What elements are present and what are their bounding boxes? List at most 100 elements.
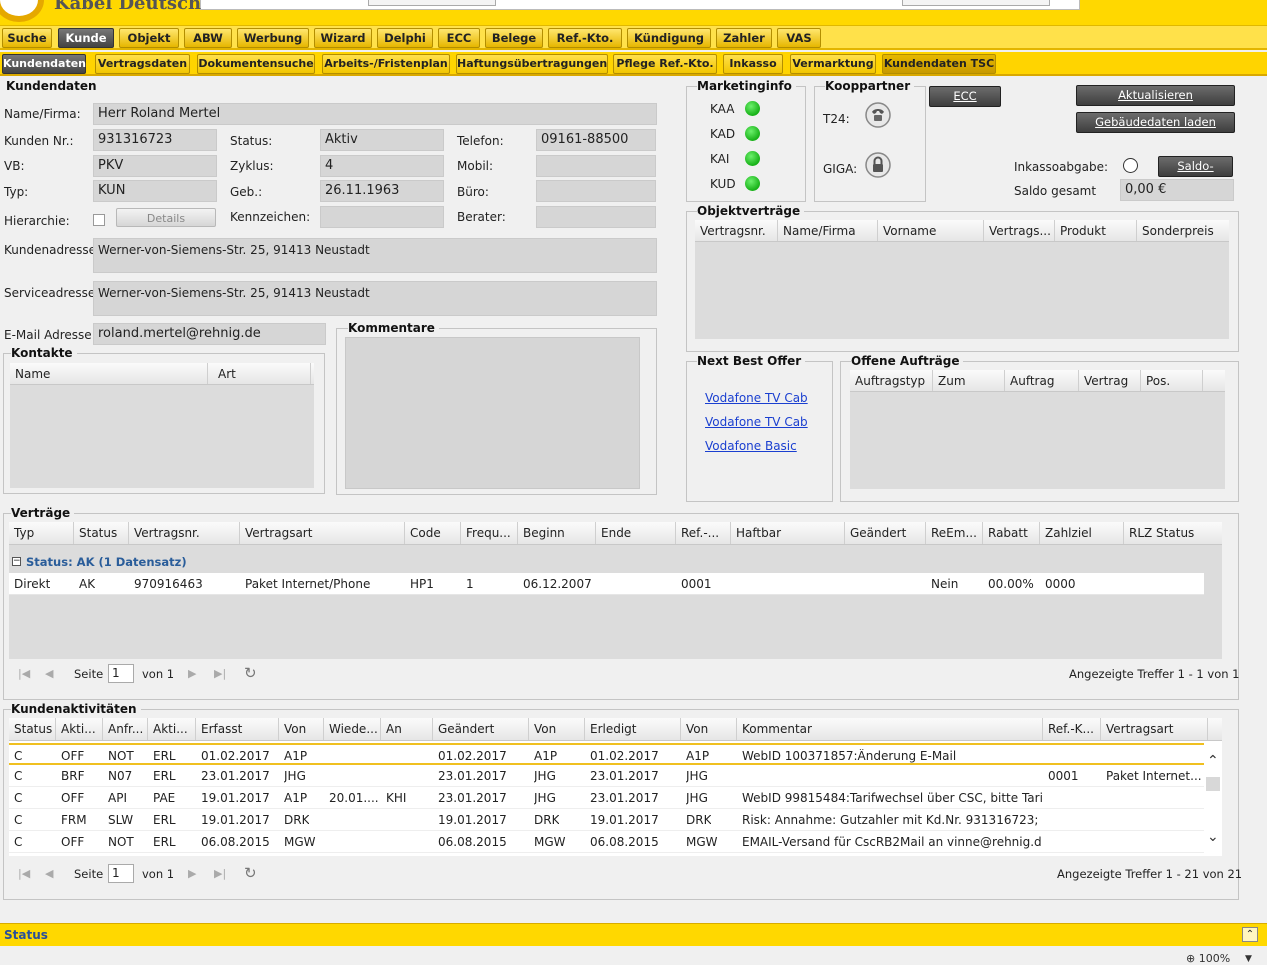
col-status[interactable]: Status <box>9 718 56 740</box>
offer-link-tv-cab-1[interactable]: Vodafone TV Cab <box>705 391 808 405</box>
col-reem[interactable]: ReEm... <box>926 522 983 544</box>
col-geaendert[interactable]: Geändert <box>433 718 529 740</box>
ecc-button[interactable]: ECC <box>929 86 1001 107</box>
geb-field[interactable]: 26.11.1963 <box>320 180 444 202</box>
col-von-2[interactable]: Von <box>529 718 585 740</box>
kundennr-field[interactable]: 931316723 <box>93 129 217 151</box>
kundenadresse-field[interactable]: Werner-von-Siemens-Str. 25, 91413 Neusta… <box>93 238 657 273</box>
subtab-arbeits-fristenplan[interactable]: Arbeits-/Fristenplan <box>322 54 450 74</box>
col-erfasst[interactable]: Erfasst <box>196 718 279 740</box>
col-von-1[interactable]: Von <box>279 718 324 740</box>
vb-field[interactable]: PKV <box>93 155 217 177</box>
buero-field[interactable] <box>536 180 656 202</box>
prev-page-icon[interactable]: ◀ <box>45 867 53 880</box>
expand-up-icon[interactable]: ⌃ <box>1242 927 1258 942</box>
col-vertragsart[interactable]: Vertragsart <box>1101 718 1208 740</box>
col-ref-kto[interactable]: Ref.-K... <box>1043 718 1101 740</box>
col-aktion[interactable]: Akti... <box>148 718 196 740</box>
collapse-group-icon[interactable]: − <box>12 557 21 566</box>
table-row[interactable]: C FRM SLW ERL 19.01.2017 DRK 19.01.2017 DRK 19.0… <box>9 809 1204 831</box>
telefon-field[interactable]: 09161-88500 <box>536 129 656 151</box>
tab-kunde[interactable]: Kunde <box>58 28 114 48</box>
tab-belege[interactable]: Belege <box>485 28 543 48</box>
details-button[interactable]: Details <box>116 208 216 227</box>
table-row[interactable]: C OFF NOT ERL 01.02.2017 A1P 01.02.2017 A1P 01.0… <box>9 743 1204 765</box>
col-beginn[interactable]: Beginn <box>518 522 596 544</box>
tab-wizard[interactable]: Wizard <box>314 28 372 48</box>
col-status[interactable]: Status <box>74 522 129 544</box>
hierarchie-checkbox[interactable] <box>93 214 105 226</box>
last-page-icon[interactable]: ▶| <box>214 867 226 880</box>
tab-kuendigung[interactable]: Kündigung <box>627 28 711 48</box>
col-code[interactable]: Code <box>405 522 461 544</box>
subtab-inkasso[interactable]: Inkasso <box>723 54 783 74</box>
first-page-icon[interactable]: |◀ <box>18 667 30 680</box>
table-row[interactable]: C OFF API PAE 19.01.2017 A1P 20.01.... KHI 23.01… <box>9 787 1204 809</box>
refresh-icon[interactable]: ↻ <box>244 864 257 882</box>
mobil-field[interactable] <box>536 155 656 177</box>
tab-suche[interactable]: Suche <box>2 28 52 48</box>
col-ende[interactable]: Ende <box>596 522 676 544</box>
tab-zahler[interactable]: Zahler <box>716 28 772 48</box>
last-page-icon[interactable]: ▶| <box>214 667 226 680</box>
tab-ecc[interactable]: ECC <box>438 28 480 48</box>
berater-field[interactable] <box>536 206 656 228</box>
subtab-pflege-ref-kto[interactable]: Pflege Ref.-Kto. <box>613 54 717 74</box>
tab-vas[interactable]: VAS <box>777 28 821 48</box>
col-aktionstyp[interactable]: Akti... <box>56 718 103 740</box>
zyklus-field[interactable]: 4 <box>320 155 444 177</box>
subtab-kundendaten-tsc[interactable]: Kundendaten TSC <box>882 54 996 74</box>
header-select-field[interactable] <box>902 0 1050 6</box>
subtab-vertragsdaten[interactable]: Vertragsdaten <box>95 54 190 74</box>
tab-objekt[interactable]: Objekt <box>119 28 179 48</box>
col-von-3[interactable]: Von <box>681 718 737 740</box>
vertical-scrollbar[interactable]: ⌃ ⌄ <box>1204 745 1222 855</box>
saldo-gesamt-field[interactable]: 0,00 € <box>1120 179 1234 201</box>
prev-page-icon[interactable]: ◀ <box>45 667 53 680</box>
table-row[interactable]: C BRF N07 ERL 23.01.2017 JHG 23.01.2017 JHG 23.0… <box>9 765 1204 787</box>
aktualisieren-button[interactable]: Aktualisieren <box>1076 85 1235 106</box>
inkassoabgabe-radio[interactable] <box>1123 158 1138 173</box>
col-vertragsnr[interactable]: Vertragsnr. <box>695 220 778 241</box>
email-field[interactable]: roland.mertel@rehnig.de <box>93 323 326 345</box>
offer-link-basic[interactable]: Vodafone Basic <box>705 439 797 453</box>
gebaeudedaten-laden-button[interactable]: Gebäudedaten laden <box>1076 112 1235 133</box>
col-vorname[interactable]: Vorname <box>878 220 984 241</box>
col-rabatt[interactable]: Rabatt <box>983 522 1040 544</box>
col-wiedervorlage[interactable]: Wiede... <box>324 718 381 740</box>
col-typ[interactable]: Typ <box>9 522 74 544</box>
subtab-vermarktung[interactable]: Vermarktung <box>790 54 876 74</box>
col-vertragsart[interactable]: Vertragsart <box>240 522 405 544</box>
col-vertrag[interactable]: Vertrag <box>1079 370 1141 391</box>
col-sonderpreis[interactable]: Sonderpreis <box>1137 220 1229 241</box>
col-kommentar[interactable]: Kommentar <box>737 718 1043 740</box>
refresh-icon[interactable]: ↻ <box>244 664 257 682</box>
col-pos[interactable]: Pos. <box>1141 370 1203 391</box>
col-auftragstyp[interactable]: Auftragstyp <box>850 370 933 391</box>
serviceadresse-field[interactable]: Werner-von-Siemens-Str. 25, 91413 Neusta… <box>93 281 657 316</box>
next-page-icon[interactable]: ▶ <box>188 667 196 680</box>
col-zahlziel[interactable]: Zahlziel <box>1040 522 1124 544</box>
status-field[interactable]: Aktiv <box>320 129 444 151</box>
col-name-firma[interactable]: Name/Firma <box>778 220 878 241</box>
page-number-input[interactable]: 1 <box>108 864 134 883</box>
kommentare-textarea[interactable] <box>345 337 640 489</box>
col-auftrag[interactable]: Auftrag <box>1005 370 1079 391</box>
tab-abw[interactable]: ABW <box>184 28 232 48</box>
first-page-icon[interactable]: |◀ <box>18 867 30 880</box>
kennzeichen-field[interactable] <box>320 206 444 228</box>
table-row[interactable]: Direkt AK 970916463 Paket Internet/Phone… <box>9 573 1204 595</box>
col-anfrage[interactable]: Anfr... <box>103 718 148 740</box>
tab-werbung[interactable]: Werbung <box>237 28 309 48</box>
col-art[interactable]: Art <box>213 363 311 384</box>
header-search-field[interactable] <box>368 0 496 6</box>
scroll-down-icon[interactable]: ⌄ <box>1207 829 1219 845</box>
zoom-dropdown-icon[interactable]: ▼ <box>1245 954 1252 964</box>
zoom-level[interactable]: ⊕ 100% <box>1186 952 1230 965</box>
col-zum[interactable]: Zum <box>933 370 1005 391</box>
col-ref[interactable]: Ref.-... <box>676 522 731 544</box>
subtab-dokumentensuche[interactable]: Dokumentensuche <box>197 54 315 74</box>
subtab-haftungsuebertragungen[interactable]: Haftungsübertragungen <box>456 54 608 74</box>
table-row[interactable]: C OFF NOT ERL 06.08.2015 MGW 06.08.2015 MGW 06.0… <box>9 831 1204 853</box>
tab-ref-kto[interactable]: Ref.-Kto. <box>548 28 622 48</box>
